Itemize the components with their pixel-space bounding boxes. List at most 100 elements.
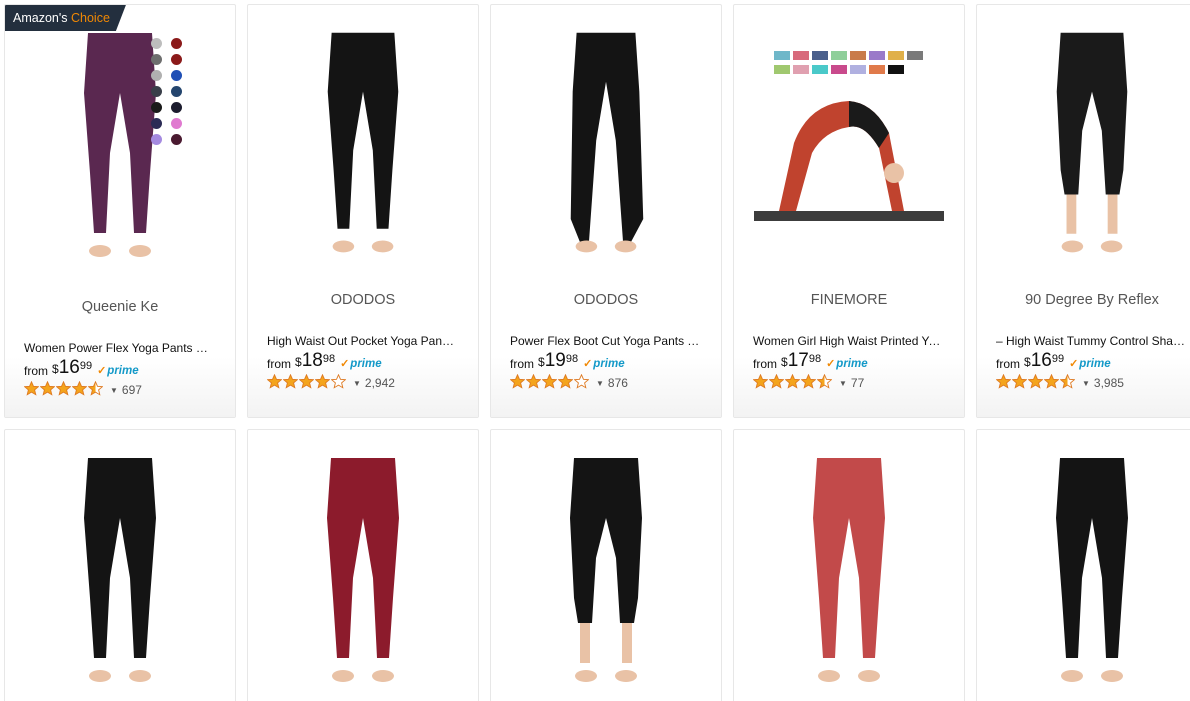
color-swatch[interactable]: [171, 70, 182, 81]
star-icon: [800, 373, 817, 392]
price-whole: 16: [1030, 350, 1052, 371]
product-title[interactable]: High Waist Out Pocket Yoga Pants Tummy C…: [267, 334, 457, 348]
star-icon: [995, 373, 1012, 392]
color-swatch[interactable]: [151, 38, 162, 49]
review-count[interactable]: 2,942: [365, 376, 395, 390]
star-icon: [39, 380, 56, 399]
product-title[interactable]: Power Flex Boot Cut Yoga Pants Tummy Con…: [510, 334, 700, 348]
color-swatch[interactable]: [171, 118, 182, 129]
product-card[interactable]: Amazon's Choice Queenie Ke Women Power Fl…: [4, 4, 236, 418]
prime-label: prime: [107, 364, 139, 377]
badge-choice: Choice: [70, 11, 110, 25]
product-brand[interactable]: ODODOS: [491, 292, 721, 308]
price-from: from: [996, 357, 1020, 371]
prime-check-icon: ✓: [583, 358, 593, 370]
price-cents: 98: [565, 353, 579, 365]
product-card[interactable]: [247, 429, 479, 701]
product-brand[interactable]: 90 Degree By Reflex: [977, 292, 1190, 308]
product-image[interactable]: [248, 23, 478, 268]
price-currency: $: [1024, 355, 1031, 369]
price-cents: 98: [322, 353, 336, 365]
color-swatch[interactable]: [171, 54, 182, 65]
prime-label: prime: [836, 357, 868, 370]
star-rating[interactable]: [266, 373, 347, 392]
price-cents: 99: [1051, 353, 1065, 365]
star-icon: [71, 380, 88, 399]
product-image[interactable]: [491, 448, 721, 698]
color-swatch[interactable]: [151, 134, 162, 145]
product-image[interactable]: [248, 448, 478, 698]
product-image[interactable]: [5, 448, 235, 698]
product-rating[interactable]: ▼ 876: [509, 373, 628, 392]
product-title[interactable]: Women Power Flex Yoga Pants Workout Runn…: [24, 341, 214, 355]
price-from: from: [24, 364, 48, 378]
badge-prefix: Amazon's: [13, 11, 68, 25]
product-image[interactable]: [734, 23, 964, 233]
color-swatch[interactable]: [171, 134, 182, 145]
print-swatch-strip: [774, 51, 923, 74]
caret-down-icon[interactable]: ▼: [110, 386, 118, 395]
star-icon: [298, 373, 315, 392]
price-whole: 17: [787, 350, 809, 371]
star-icon: [314, 373, 331, 392]
product-image[interactable]: [977, 448, 1190, 698]
product-price: from $ 16 99 ✓ prime: [996, 350, 1111, 372]
caret-down-icon[interactable]: ▼: [353, 379, 361, 388]
color-swatch[interactable]: [151, 102, 162, 113]
star-rating[interactable]: [509, 373, 590, 392]
product-rating[interactable]: ▼ 697: [23, 380, 142, 399]
review-count[interactable]: 3,985: [1094, 376, 1124, 390]
product-rating[interactable]: ▼ 3,985: [995, 373, 1124, 392]
product-card[interactable]: ODODOS Power Flex Boot Cut Yoga Pants Tum…: [490, 4, 722, 418]
product-card[interactable]: ODODOS High Waist Out Pocket Yoga Pants T…: [247, 4, 479, 418]
price-currency: $: [52, 362, 59, 376]
star-icon: [816, 373, 833, 392]
star-rating[interactable]: [995, 373, 1076, 392]
product-rating[interactable]: ▼ 77: [752, 373, 864, 392]
product-brand[interactable]: ODODOS: [248, 292, 478, 308]
caret-down-icon[interactable]: ▼: [1082, 379, 1090, 388]
star-rating[interactable]: [752, 373, 833, 392]
color-swatch[interactable]: [171, 86, 182, 97]
color-swatch[interactable]: [151, 70, 162, 81]
product-rating[interactable]: ▼ 2,942: [266, 373, 395, 392]
price-cents: 99: [79, 360, 93, 372]
color-swatch[interactable]: [171, 102, 182, 113]
star-rating[interactable]: [23, 380, 104, 399]
price-whole: 16: [58, 357, 80, 378]
product-card[interactable]: FINEMORE Women Girl High Waist Printed Yo…: [733, 4, 965, 418]
prime-label: prime: [593, 357, 625, 370]
caret-down-icon[interactable]: ▼: [839, 379, 847, 388]
review-count[interactable]: 697: [122, 383, 142, 397]
star-icon: [330, 373, 347, 392]
review-count[interactable]: 876: [608, 376, 628, 390]
product-brand[interactable]: FINEMORE: [734, 292, 964, 308]
product-image[interactable]: [734, 448, 964, 698]
product-image[interactable]: [5, 23, 235, 273]
product-card[interactable]: [976, 429, 1190, 701]
product-grid: Amazon's Choice Queenie Ke Women Power Fl…: [0, 0, 1190, 701]
color-swatch[interactable]: [151, 86, 162, 97]
prime-label: prime: [350, 357, 382, 370]
caret-down-icon[interactable]: ▼: [596, 379, 604, 388]
product-card[interactable]: 90 Degree By Reflex – High Waist Tummy Co…: [976, 4, 1190, 418]
review-count[interactable]: 77: [851, 376, 864, 390]
star-icon: [557, 373, 574, 392]
product-image[interactable]: [977, 23, 1190, 268]
product-title[interactable]: Women Girl High Waist Printed Yoga Pants: [753, 334, 943, 348]
color-swatch[interactable]: [171, 38, 182, 49]
price-from: from: [510, 357, 534, 371]
product-title[interactable]: – High Waist Tummy Control Shapewear: [996, 334, 1186, 348]
color-swatch[interactable]: [151, 54, 162, 65]
product-price: from $ 18 98 ✓ prime: [267, 350, 382, 372]
product-card[interactable]: [4, 429, 236, 701]
product-card[interactable]: [490, 429, 722, 701]
product-card[interactable]: [733, 429, 965, 701]
star-icon: [87, 380, 104, 399]
star-icon: [768, 373, 785, 392]
product-brand[interactable]: Queenie Ke: [5, 299, 235, 315]
star-icon: [509, 373, 526, 392]
product-image[interactable]: [491, 23, 721, 268]
price-whole: 19: [544, 350, 566, 371]
color-swatch[interactable]: [151, 118, 162, 129]
